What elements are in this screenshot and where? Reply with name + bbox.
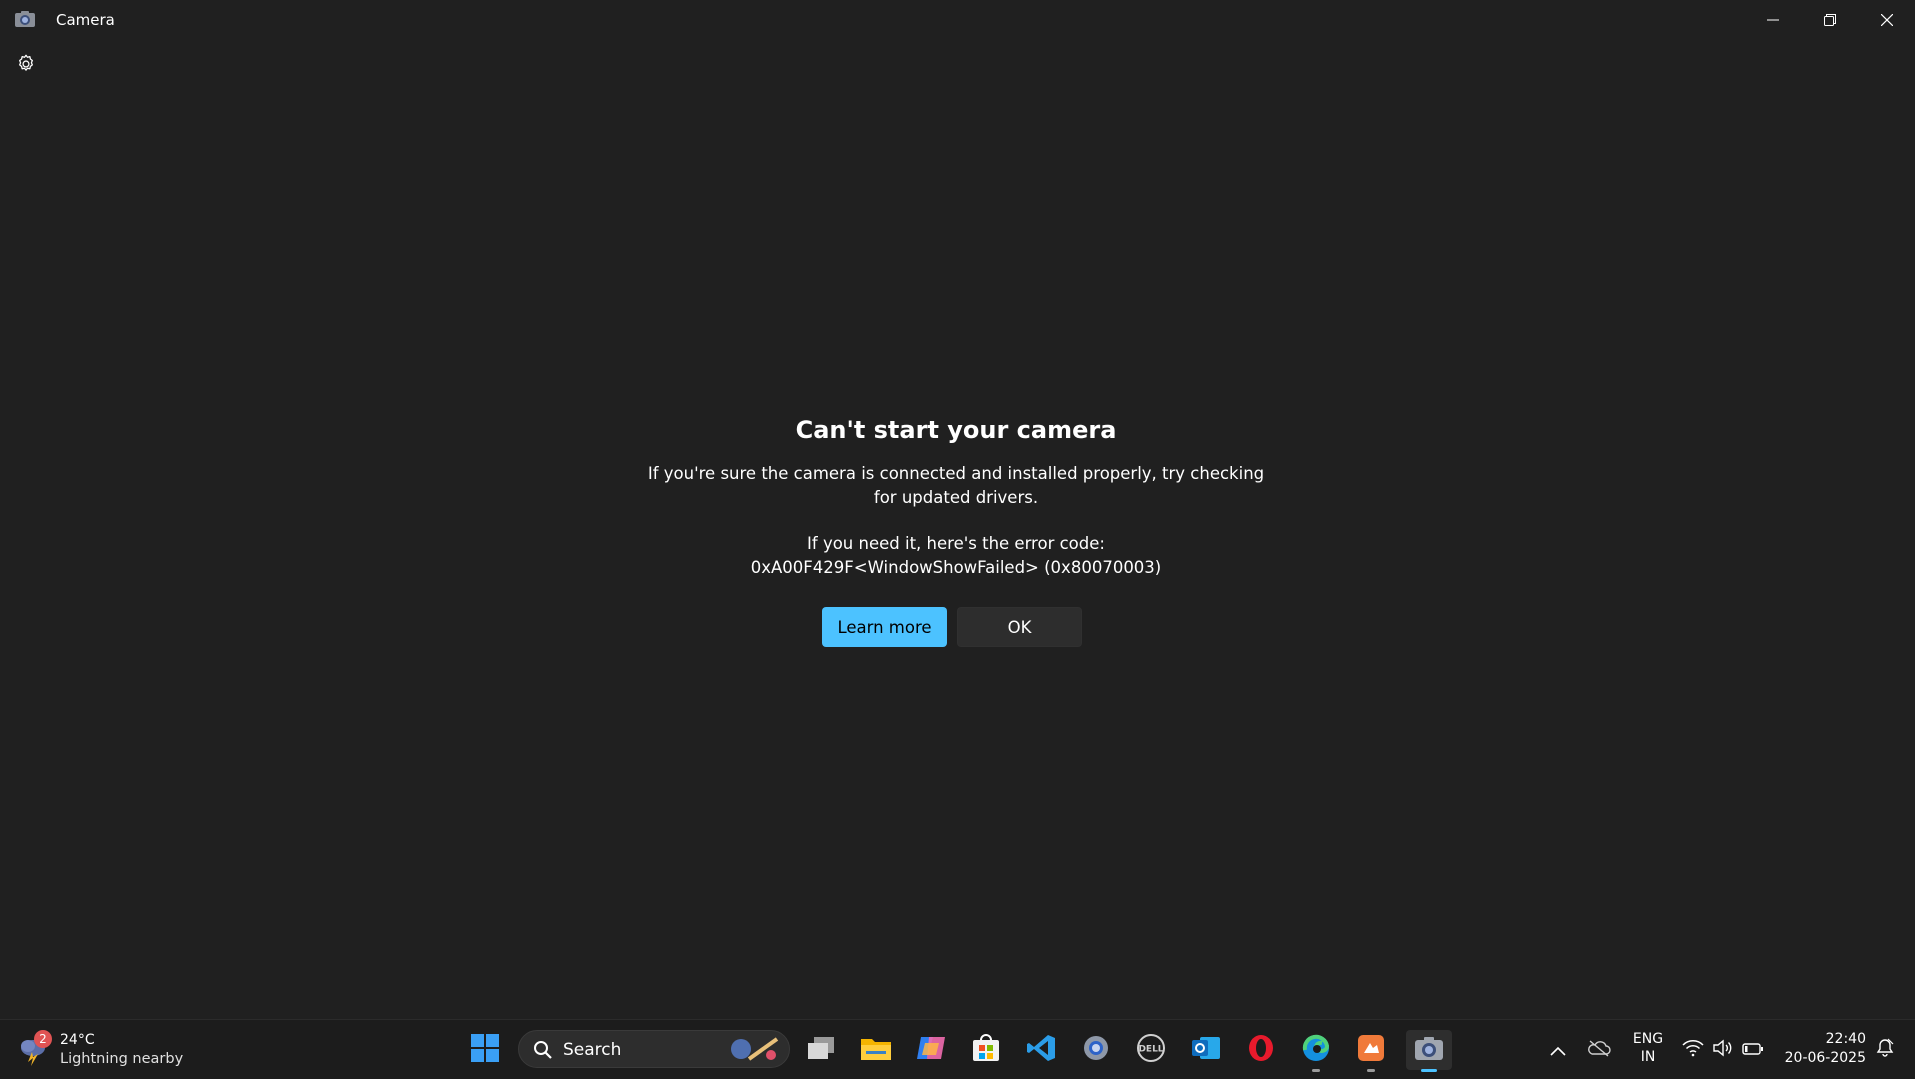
- vscode-icon: [1026, 1033, 1056, 1067]
- clock-date: 20-06-2025: [1784, 1050, 1866, 1066]
- office-lens-icon: [1356, 1033, 1386, 1067]
- camera-app-button[interactable]: [1406, 1030, 1452, 1072]
- ok-button[interactable]: OK: [957, 607, 1082, 647]
- weather-widget[interactable]: 2 24°C Lightning nearby: [16, 1030, 206, 1070]
- region-code: IN: [1640, 1049, 1656, 1065]
- taskbar: 2 24°C Lightning nearby Search DELL ENG …: [0, 1019, 1915, 1079]
- microsoft-store-icon: [971, 1033, 1001, 1067]
- task-view-icon: [806, 1035, 836, 1065]
- office-lens-button[interactable]: [1351, 1030, 1391, 1072]
- dialog-buttons: Learn more OK: [822, 607, 1082, 647]
- clock[interactable]: 22:40 20-06-2025: [1780, 1030, 1866, 1068]
- windows-start-icon: [470, 1033, 500, 1067]
- battery-icon: [1742, 1041, 1764, 1060]
- dialog-title: Can't start your camera: [795, 416, 1117, 444]
- gear-icon: [15, 53, 37, 79]
- svg-text:DELL: DELL: [1138, 1045, 1163, 1055]
- wifi-icon: [1682, 1039, 1704, 1061]
- close-button[interactable]: [1859, 0, 1915, 40]
- search-icon: [533, 1040, 553, 1060]
- notification-badge: 2: [34, 1030, 52, 1048]
- outlook-button[interactable]: [1186, 1030, 1226, 1070]
- dialog-message: If you're sure the camera is connected a…: [647, 464, 1265, 507]
- copilot-button[interactable]: [911, 1030, 951, 1070]
- notifications-button[interactable]: [1870, 1030, 1900, 1070]
- weather-desc: Lightning nearby: [60, 1051, 184, 1067]
- opera-button[interactable]: [1241, 1030, 1281, 1070]
- onedrive-button[interactable]: [1586, 1030, 1612, 1070]
- dell-icon: DELL: [1135, 1032, 1167, 1068]
- edge-icon: [1300, 1032, 1332, 1068]
- wifi-button[interactable]: [1680, 1030, 1706, 1070]
- learn-more-button[interactable]: Learn more: [822, 607, 947, 647]
- window-title: Camera: [56, 11, 115, 29]
- camera-app-icon: [1414, 1035, 1444, 1065]
- weather-temp: 24°C: [60, 1032, 95, 1048]
- microsoft-store-button[interactable]: [966, 1030, 1006, 1070]
- minimize-button[interactable]: [1745, 0, 1801, 40]
- outlook-icon: [1190, 1033, 1222, 1067]
- settings-app-icon: [1081, 1033, 1111, 1067]
- running-indicator: [1312, 1069, 1320, 1072]
- search-label: Search: [563, 1040, 622, 1060]
- clock-time: 22:40: [1825, 1031, 1866, 1047]
- start-button[interactable]: [465, 1030, 505, 1070]
- active-indicator: [1421, 1069, 1437, 1072]
- cloud-offline-icon: [1587, 1039, 1611, 1061]
- error-dialog: Can't start your camera If you're sure t…: [640, 412, 1272, 580]
- restore-icon: [1824, 11, 1836, 30]
- speaker-icon: [1712, 1039, 1734, 1061]
- settings-button[interactable]: [12, 52, 40, 80]
- copilot-icon: [915, 1033, 947, 1067]
- battery-button[interactable]: [1740, 1030, 1766, 1070]
- bell-icon: [1875, 1038, 1895, 1062]
- dell-button[interactable]: DELL: [1131, 1030, 1171, 1070]
- restore-button[interactable]: [1802, 0, 1858, 40]
- volume-button[interactable]: [1710, 1030, 1736, 1070]
- chevron-up-icon: [1550, 1041, 1566, 1060]
- error-code: 0xA00F429F<WindowShowFailed> (0x80070003…: [750, 558, 1162, 577]
- search-box[interactable]: Search: [518, 1030, 790, 1068]
- dialog-body: If you're sure the camera is connected a…: [640, 462, 1272, 580]
- show-hidden-icons-button[interactable]: [1546, 1030, 1570, 1070]
- file-explorer-button[interactable]: [856, 1030, 896, 1070]
- running-indicator: [1367, 1069, 1375, 1072]
- edge-button[interactable]: [1296, 1030, 1336, 1072]
- settings-app-button[interactable]: [1076, 1030, 1116, 1070]
- language-code: ENG: [1632, 1031, 1664, 1047]
- language-indicator[interactable]: ENG IN: [1628, 1030, 1668, 1066]
- close-icon: [1880, 11, 1894, 30]
- task-view-button[interactable]: [801, 1030, 841, 1070]
- search-highlight-icon: [727, 1035, 783, 1063]
- error-intro: If you need it, here's the error code:: [807, 534, 1105, 553]
- camera-icon: [14, 10, 36, 28]
- title-bar: Camera: [0, 0, 1915, 40]
- file-explorer-icon: [860, 1034, 892, 1066]
- vscode-button[interactable]: [1021, 1030, 1061, 1070]
- minimize-icon: [1767, 11, 1779, 30]
- opera-icon: [1246, 1033, 1276, 1067]
